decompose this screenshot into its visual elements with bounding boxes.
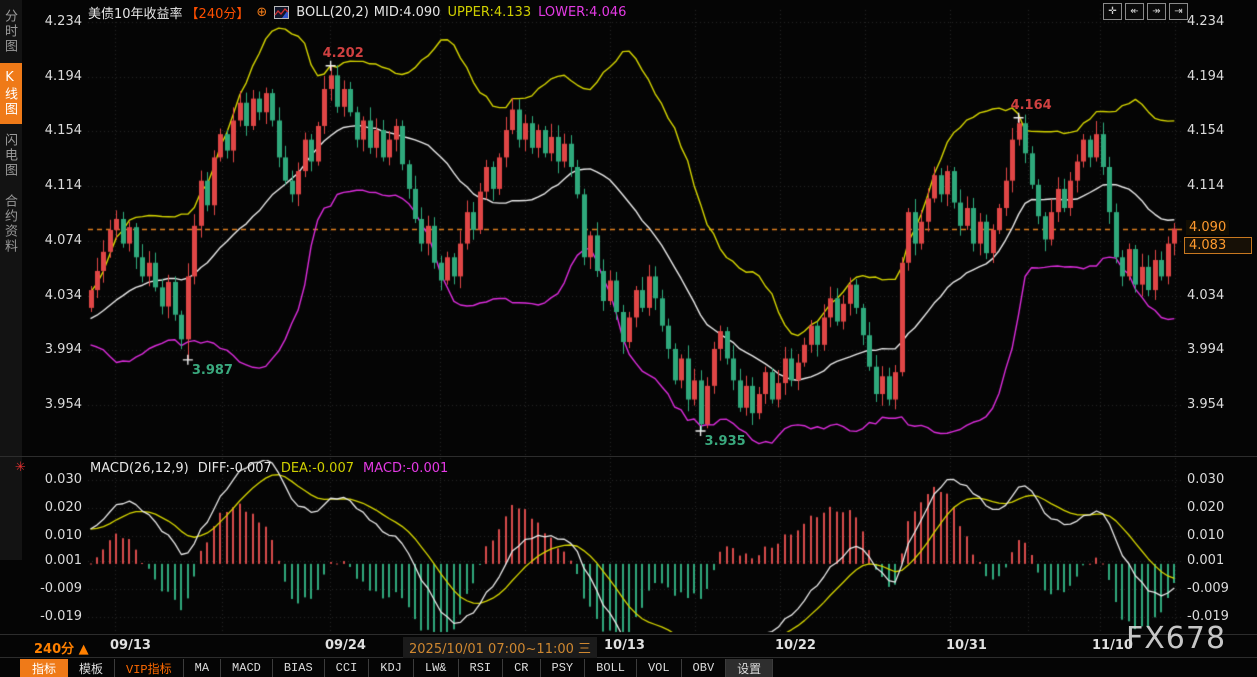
y-tick: 4.154	[1187, 123, 1224, 138]
macd-y-tick: 0.001	[1187, 553, 1224, 568]
toolbar-item-kdj[interactable]: KDJ	[369, 659, 414, 677]
y-tick: 4.234	[1187, 14, 1224, 29]
toolbar-item-lwr[interactable]: LW&	[414, 659, 459, 677]
macd-diff-value: DIFF:-0.007	[198, 461, 272, 476]
macd-header: MACD(26,12,9) DIFF:-0.007 DEA:-0.007 MAC…	[90, 461, 448, 476]
macd-y-tick: 0.010	[24, 528, 82, 543]
y-tick: 4.114	[24, 178, 82, 193]
move-icon[interactable]: ✛	[1103, 3, 1122, 20]
y-tick: 3.994	[1187, 342, 1224, 357]
mini-chart-icon	[274, 6, 289, 19]
crosshair-date-label: 2025/10/01 07:00~11:00 三	[403, 637, 597, 658]
toolbar-item-rsi[interactable]: RSI	[459, 659, 504, 677]
x-tick: 10/31	[946, 638, 987, 653]
macd-hist-value: MACD:-0.001	[363, 461, 448, 476]
high-annotation: 4.164	[1011, 98, 1052, 113]
add-indicator-icon[interactable]: ⊕	[256, 5, 267, 20]
y-tick: 4.194	[1187, 69, 1224, 84]
chart-app-window: 分时图 K线图 闪电图 合约资料 美债10年收益率 【240分】 ⊕ BOLL(…	[0, 0, 1257, 677]
macd-params-label: MACD(26,12,9)	[90, 461, 189, 476]
last-price-tag: 4.083	[1184, 237, 1252, 254]
toolbar-item-macd[interactable]: MACD	[221, 659, 273, 677]
symbol-title: 美债10年收益率	[88, 3, 183, 22]
toolbar-item-cci[interactable]: CCI	[325, 659, 370, 677]
high-annotation: 4.202	[323, 46, 364, 61]
y-tick: 3.994	[24, 342, 82, 357]
macd-y-tick: -0.009	[1187, 581, 1229, 596]
y-tick: 4.034	[24, 288, 82, 303]
macd-dea-value: DEA:-0.007	[281, 461, 354, 476]
macd-y-tick: 0.010	[1187, 528, 1224, 543]
macd-y-tick: 0.030	[24, 472, 82, 487]
indicator-toolbar: 指标 模板 VIP指标 MA MACD BIAS CCI KDJ LW& RSI…	[20, 659, 773, 677]
toolbar-item-template[interactable]: 模板	[68, 659, 115, 677]
macd-y-tick: 0.030	[1187, 472, 1224, 487]
toolbar-item-settings[interactable]: 设置	[726, 659, 773, 677]
x-tick: 10/22	[775, 638, 816, 653]
sidebar-item-flash-chart[interactable]: 闪电图	[0, 126, 22, 185]
x-tick: 10/13	[604, 638, 645, 653]
period-badge: 【240分】	[186, 3, 250, 22]
y-tick: 4.074	[24, 233, 82, 248]
sidebar-item-kline-chart[interactable]: K线图	[0, 63, 22, 124]
macd-y-tick: 0.020	[24, 500, 82, 515]
macd-y-tick: -0.009	[24, 581, 82, 596]
sidebar-item-contract-info[interactable]: 合约资料	[0, 187, 22, 261]
toolbar-item-vol[interactable]: VOL	[637, 659, 682, 677]
y-tick: 4.154	[24, 123, 82, 138]
y-tick: 4.194	[24, 69, 82, 84]
y-tick: 4.034	[1187, 288, 1224, 303]
x-axis-row: 240分 ▲ 09/13 09/24 2025/10/01 07:00~11:0…	[0, 636, 1257, 657]
toolbar-divider	[0, 657, 1257, 658]
toolbar-item-obv[interactable]: OBV	[682, 659, 727, 677]
x-tick: 09/13	[110, 638, 151, 653]
sidebar-item-time-chart[interactable]: 分时图	[0, 2, 22, 61]
jump-latest-icon[interactable]: ⇥	[1169, 3, 1188, 20]
boll-lower-value: LOWER:4.046	[538, 5, 626, 20]
fx678-watermark: FX678	[1126, 621, 1226, 656]
chart-type-sidebar: 分时图 K线图 闪电图 合约资料	[0, 0, 22, 560]
period-selector[interactable]: 240分 ▲	[34, 638, 89, 657]
mid-price-tag: 4.090	[1186, 220, 1229, 235]
low-annotation: 3.987	[192, 363, 233, 378]
boll-indicator-label: BOLL(20,2)	[296, 5, 369, 20]
y-tick: 4.114	[1187, 178, 1224, 193]
toolbar-item-indicator[interactable]: 指标	[20, 659, 68, 677]
boll-upper-value: UPPER:4.133	[447, 5, 531, 20]
x-tick: 09/24	[325, 638, 366, 653]
y-tick: 4.234	[24, 14, 82, 29]
toolbar-item-boll[interactable]: BOLL	[585, 659, 637, 677]
toolbar-item-ma[interactable]: MA	[184, 659, 221, 677]
toolbar-item-vip-indicator[interactable]: VIP指标	[115, 659, 184, 677]
y-tick: 3.954	[1187, 397, 1224, 412]
macd-y-tick: -0.019	[24, 609, 82, 624]
low-annotation: 3.935	[705, 434, 746, 449]
chart-header: 美债10年收益率 【240分】 ⊕ BOLL(20,2) MID:4.090 U…	[88, 3, 626, 21]
toolbar-item-cr[interactable]: CR	[503, 659, 540, 677]
panel-divider	[0, 456, 1257, 457]
chart-tools: ✛ ↞ ↠ ⇥	[1103, 3, 1188, 20]
macd-y-tick: 0.001	[24, 553, 82, 568]
toolbar-item-bias[interactable]: BIAS	[273, 659, 325, 677]
axis-divider	[0, 634, 1257, 635]
zoom-x-in-icon[interactable]: ↞	[1125, 3, 1144, 20]
macd-y-tick: 0.020	[1187, 500, 1224, 515]
toolbar-item-psy[interactable]: PSY	[541, 659, 586, 677]
price-macd-chart-canvas[interactable]	[0, 0, 1257, 677]
alert-icon[interactable]: ✳	[15, 460, 26, 475]
zoom-x-out-icon[interactable]: ↠	[1147, 3, 1166, 20]
y-tick: 3.954	[24, 397, 82, 412]
boll-mid-value: MID:4.090	[374, 5, 441, 20]
